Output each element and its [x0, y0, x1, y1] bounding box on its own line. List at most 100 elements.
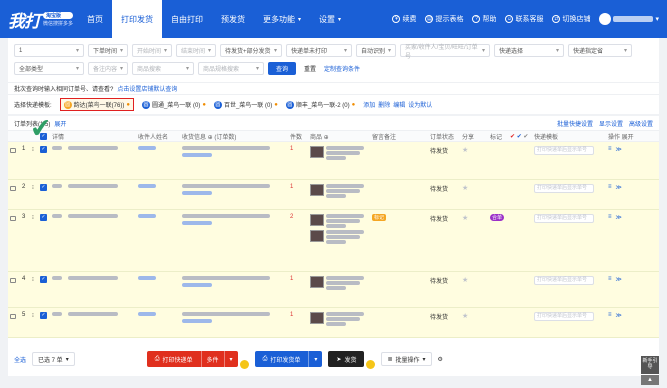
ship-button[interactable]: ➤ 发货	[328, 351, 365, 367]
batch-quick-setting-link[interactable]: 批量快捷设置	[557, 119, 593, 128]
expand-icon[interactable]: ≫	[616, 214, 622, 221]
star-icon[interactable]: ★	[462, 277, 468, 284]
advanced-setting-link[interactable]: 高级设置	[629, 119, 653, 128]
renew-link[interactable]: ¥ 续费	[392, 14, 416, 24]
tracking-number-field[interactable]: 打印快递单后显示单号	[534, 312, 594, 321]
expand-icon[interactable]: ≫	[616, 184, 622, 191]
filter-row1-3[interactable]: 结束时间 ▾	[176, 44, 216, 57]
search-button[interactable]: 查询	[268, 62, 297, 75]
lock-icon[interactable]	[10, 278, 16, 283]
scroll-top-icon[interactable]: ▲	[641, 375, 659, 385]
nav-item-3[interactable]: 预发货	[212, 0, 254, 38]
table-row[interactable]: 1 ⁝ ✓ 1 待发货 ★ 打印快递单后显示单号 ≡ ≫	[8, 142, 659, 180]
expand-link[interactable]: 展开	[54, 119, 66, 128]
tracking-number-field[interactable]: 打印快递单后显示单号	[534, 276, 594, 285]
expand-icon[interactable]: ≫	[616, 146, 622, 153]
table-row[interactable]: 5 ⁝ ✓ 1 待发货 ★ 打印快递单后显示单号 ≡ ≫	[8, 308, 659, 338]
filter-row2-2[interactable]: 商品搜索 ▾	[132, 62, 194, 75]
settings-icon[interactable]: ⚙	[438, 356, 443, 363]
row-checkbox[interactable]: ✓	[40, 146, 47, 153]
tip-text: 批次查询时输入相同订单号、请查看?	[14, 87, 114, 93]
tracking-number-field[interactable]: 打印快递单后显示单号	[534, 214, 594, 223]
table-row[interactable]: 4 ⁝ ✓ 1 待发货 ★ 打印快递单后显示单号 ≡ ≫	[8, 272, 659, 308]
star-icon[interactable]: ★	[462, 147, 468, 154]
menu-icon[interactable]: ≡	[608, 146, 612, 153]
star-icon[interactable]: ★	[462, 185, 468, 192]
filter-row1-2[interactable]: 开始时间 ▾	[132, 44, 172, 57]
switch-shop-link[interactable]: ⇄ 切换店铺	[552, 14, 590, 24]
multi-item-option[interactable]: 多件	[200, 351, 224, 367]
selected-count-dropdown[interactable]: 已选 7 单 ▾	[32, 352, 75, 366]
info-icon[interactable]: ⁝	[30, 180, 38, 191]
info-icon[interactable]: ⁝	[30, 210, 38, 221]
template-option-3[interactable]: 圆顺丰_菜鸟一联-2 (0) ●	[285, 100, 355, 109]
filter-row1-8[interactable]: 快递选择 ▾	[494, 44, 564, 57]
filter-row1-1[interactable]: 下单时间 ▾	[88, 44, 128, 57]
table-row[interactable]: 3 ⁝ ✓ 2 标记 待发货 ★ 合单 打印快递单后显示单号 ≡ ≫	[8, 210, 659, 272]
filter-row1-9[interactable]: 快递指定省 ▾	[568, 44, 632, 57]
row-checkbox[interactable]: ✓	[40, 312, 47, 319]
filter-row1-6[interactable]: 自动识别 ▾	[356, 44, 396, 57]
filter-row1-4[interactable]: 待发货+部分发货 ▾	[220, 44, 282, 57]
tracking-number-field[interactable]: 打印快递单后显示单号	[534, 146, 594, 155]
chevron-down-icon: ▾	[343, 48, 347, 54]
beginner-guide-button[interactable]: 新手引导	[641, 356, 659, 374]
template-action-0[interactable]: 添加	[363, 100, 375, 109]
expand-icon[interactable]: ≫	[616, 312, 622, 319]
batch-operations-dropdown[interactable]: ≣ 批量操作 ▾	[381, 352, 432, 366]
template-option-1[interactable]: 圆圆通_菜鸟一联 (0) ●	[141, 100, 206, 109]
info-icon[interactable]: ⁝	[30, 272, 38, 283]
tip-link[interactable]: 点击设置店铺默认查询	[117, 84, 177, 93]
menu-icon[interactable]: ≡	[608, 276, 612, 283]
table-row[interactable]: 2 ⁝ ✓ 1 待发货 ★ 打印快递单后显示单号 ≡ ≫	[8, 180, 659, 210]
tracking-number-field[interactable]: 打印快递单后显示单号	[534, 184, 594, 193]
table-link[interactable]: ▤ 提示表格	[425, 14, 463, 24]
filter-row2-1[interactable]: 备注内容 ▾	[88, 62, 128, 75]
filter-row2-0[interactable]: 全部类型 ▾	[14, 62, 84, 75]
nav-item-1[interactable]: 打印发货	[112, 0, 162, 38]
tick-filter-icons[interactable]: ✔ ✔ ✔	[508, 133, 532, 140]
bottom-action-bar: 全选 已选 7 单 ▾ ⎙ 打印快递单 多件 ▾ ⎙ 打印发货单 ▾ ➤ 发货 ≣ 批量操…	[8, 342, 659, 376]
menu-icon[interactable]: ≡	[608, 312, 612, 319]
menu-icon[interactable]: ≡	[608, 184, 612, 191]
lock-icon[interactable]	[10, 314, 16, 319]
print-express-button[interactable]: ⎙ 打印快递单 多件 ▾	[146, 351, 238, 367]
chevron-down-icon[interactable]: ▾	[308, 351, 322, 367]
filter-row2-3[interactable]: 商品规格搜索 ▾	[198, 62, 264, 75]
filter-row1-0[interactable]: 1 ▾	[14, 44, 84, 57]
reset-button[interactable]: 重置	[300, 64, 320, 73]
nav-item-2[interactable]: 自由打印	[162, 0, 212, 38]
template-action-2[interactable]: 编辑	[393, 100, 405, 109]
star-icon[interactable]: ★	[462, 215, 468, 222]
chevron-down-icon: ▾	[298, 16, 302, 23]
row-checkbox[interactable]: ✓	[40, 276, 47, 283]
menu-icon[interactable]: ≡	[608, 214, 612, 221]
user-menu[interactable]: ▾	[599, 13, 659, 25]
row-checkbox[interactable]: ✓	[40, 184, 47, 191]
filter-row1-7[interactable]: 买家/收件人/宝贝/旺旺/订单号 ▾	[400, 44, 490, 60]
print-invoice-button[interactable]: ⎙ 打印发货单 ▾	[254, 351, 323, 367]
lock-icon[interactable]	[10, 216, 16, 221]
logo[interactable]: 我打 淘宝版 微信搜拼多多	[0, 0, 78, 38]
star-icon[interactable]: ★	[462, 313, 468, 320]
template-action-1[interactable]: 删除	[378, 100, 390, 109]
filter-row1-5[interactable]: 快递单未打印 ▾	[286, 44, 352, 57]
select-all-link[interactable]: 全选	[14, 355, 26, 364]
info-icon[interactable]: ⁝	[30, 308, 38, 319]
lock-icon[interactable]	[10, 186, 16, 191]
expand-icon[interactable]: ≫	[616, 276, 622, 283]
support-link[interactable]: ☺ 联系客服	[505, 14, 543, 24]
lock-icon[interactable]	[10, 148, 16, 153]
nav-item-4[interactable]: 更多功能 ▾	[254, 0, 310, 38]
custom-query-link[interactable]: 定制查询条件	[324, 64, 360, 73]
template-option-2[interactable]: 圆百世_菜鸟一联 (0) ●	[213, 100, 278, 109]
nav-item-5[interactable]: 设置 ▾	[310, 0, 350, 38]
template-action-3[interactable]: 设为默认	[408, 100, 432, 109]
order-status: 待发货	[430, 149, 449, 155]
display-setting-link[interactable]: 显示设置	[599, 119, 623, 128]
chevron-down-icon[interactable]: ▾	[223, 351, 238, 367]
nav-item-0[interactable]: 首页	[78, 0, 112, 38]
template-option-0[interactable]: 圆韵达(菜鸟一联(76)) ●	[59, 98, 134, 111]
help-link[interactable]: ? 帮助	[472, 14, 496, 24]
row-checkbox[interactable]: ✓	[40, 214, 47, 221]
